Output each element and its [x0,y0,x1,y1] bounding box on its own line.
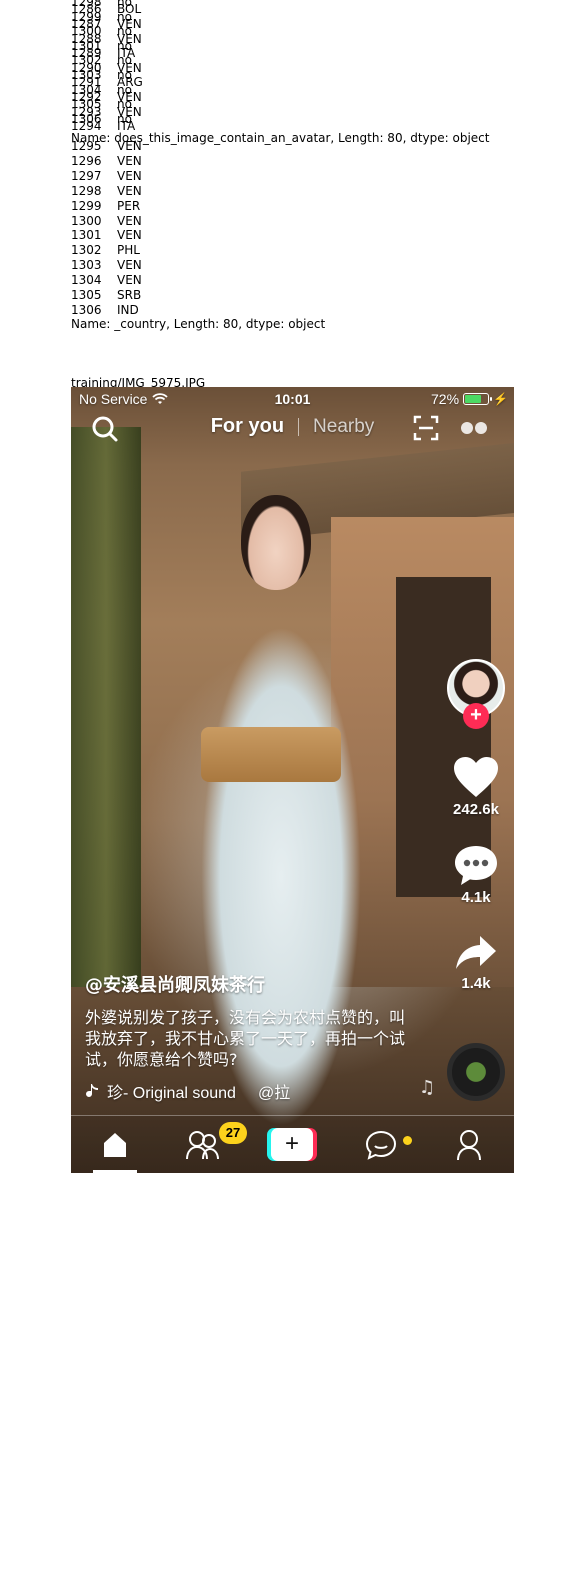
row-value: PER [117,198,141,213]
music-row[interactable]: 珍- Original sound @拉 [85,1079,290,1103]
floating-music-note-icon: ♫ [419,1077,436,1098]
like-count: 242.6k [453,801,499,818]
heart-icon[interactable] [452,755,500,799]
comment-count: 4.1k [461,889,491,906]
scene-head [241,495,311,590]
row-value: IND [117,302,139,317]
friends-tab-icon[interactable] [185,1128,221,1162]
comment-action[interactable]: 4.1k [444,843,508,906]
series-country-row: 1303 VEN [71,258,142,272]
follow-plus-button[interactable]: + [463,703,489,729]
comment-icon[interactable] [453,843,499,887]
home-tab-indicator [93,1170,137,1173]
music-author: @拉 [257,1085,291,1102]
row-index: 1305 [71,288,102,302]
friends-badge: 27 [219,1122,247,1144]
series-country-row: 1296 VEN [71,154,142,168]
profile-tab-icon[interactable] [451,1128,487,1162]
creator-avatar-group[interactable]: + [444,659,508,729]
more-dots-icon[interactable] [459,420,489,440]
scene-tree [71,427,141,987]
row-value: VEN [117,228,142,243]
row-index: 1295 [71,139,102,153]
series-country-row: 1297 VEN [71,169,142,183]
scan-icon[interactable] [413,415,439,445]
row-index: 1303 [71,258,102,273]
series-country-row: 1302 PHL [71,243,140,257]
feed-tabs: For you Nearby [71,415,514,438]
music-disc-action[interactable] [444,1043,508,1101]
plus-icon: + [271,1128,313,1161]
battery-percent: 72% [431,391,460,407]
row-value: VEN [117,139,142,153]
row-value: VEN [117,183,142,198]
row-value: VEN [117,153,142,168]
share-action[interactable]: 1.4k [444,933,508,992]
row-index: 1306 [71,302,102,317]
music-title: 珍- Original sound [107,1085,236,1102]
tiktok-note-icon [86,1084,98,1097]
music-disc-icon[interactable] [447,1043,505,1101]
inbox-tab-icon[interactable] [363,1128,399,1162]
status-right: 72% ⚡ [431,391,508,407]
series-country-row: 1306 IND [71,303,139,317]
row-index: 1302 [71,243,102,258]
row-index: 1299 [71,198,102,213]
series-country-row: 1301 VEN [71,228,142,242]
row-index: 1297 [71,168,102,183]
like-action[interactable]: 242.6k [444,755,508,818]
row-index: 1301 [71,228,102,243]
tab-divider [298,417,300,436]
row-index: 1300 [71,213,102,228]
series-country-footer: Name: _country, Length: 80, dtype: objec… [71,317,326,331]
row-index: 1304 [71,273,102,288]
battery-fill [465,395,481,403]
series-country-row: 1298 VEN [71,184,142,198]
charging-icon: ⚡ [493,392,508,406]
home-tab-icon[interactable] [97,1128,133,1162]
series-country-row: 1299 PER [71,199,140,213]
tab-nearby[interactable]: Nearby [313,416,374,438]
row-value: SRB [117,288,142,302]
row-value: VEN [117,168,142,183]
create-button[interactable]: + [267,1128,317,1161]
creator-username[interactable]: @安溪县尚卿凤妹茶行 [85,971,265,997]
row-index: 1298 [71,183,102,198]
row-index: 1296 [71,153,102,168]
share-arrow-icon[interactable] [454,933,498,973]
scene-person [166,497,396,1173]
row-value: VEN [117,258,142,273]
battery-icon [463,393,493,405]
series-country-row: 1304 VEN [71,273,142,287]
inbox-notification-dot [403,1136,412,1145]
tab-for-you[interactable]: For you [211,415,284,438]
video-caption: 外婆说别发了孩子，没有会为农村点赞的，叫我放弃了，我不甘心累了一天了，再拍一个试… [85,1008,406,1069]
tiktok-screenshot: No Service 10:01 72% ⚡ For you Nearby + … [71,387,514,1173]
series-country-row: 1295 VEN [71,139,142,153]
share-count: 1.4k [461,975,491,992]
series-country-row: 1305 SRB [71,288,141,302]
row-value: PHL [117,243,140,258]
bottom-tab-bar: 27 + [71,1115,514,1173]
row-value: VEN [117,213,142,228]
scene-tray [201,727,341,782]
series-country-row: 1300 VEN [71,214,142,228]
row-value: VEN [117,273,142,288]
